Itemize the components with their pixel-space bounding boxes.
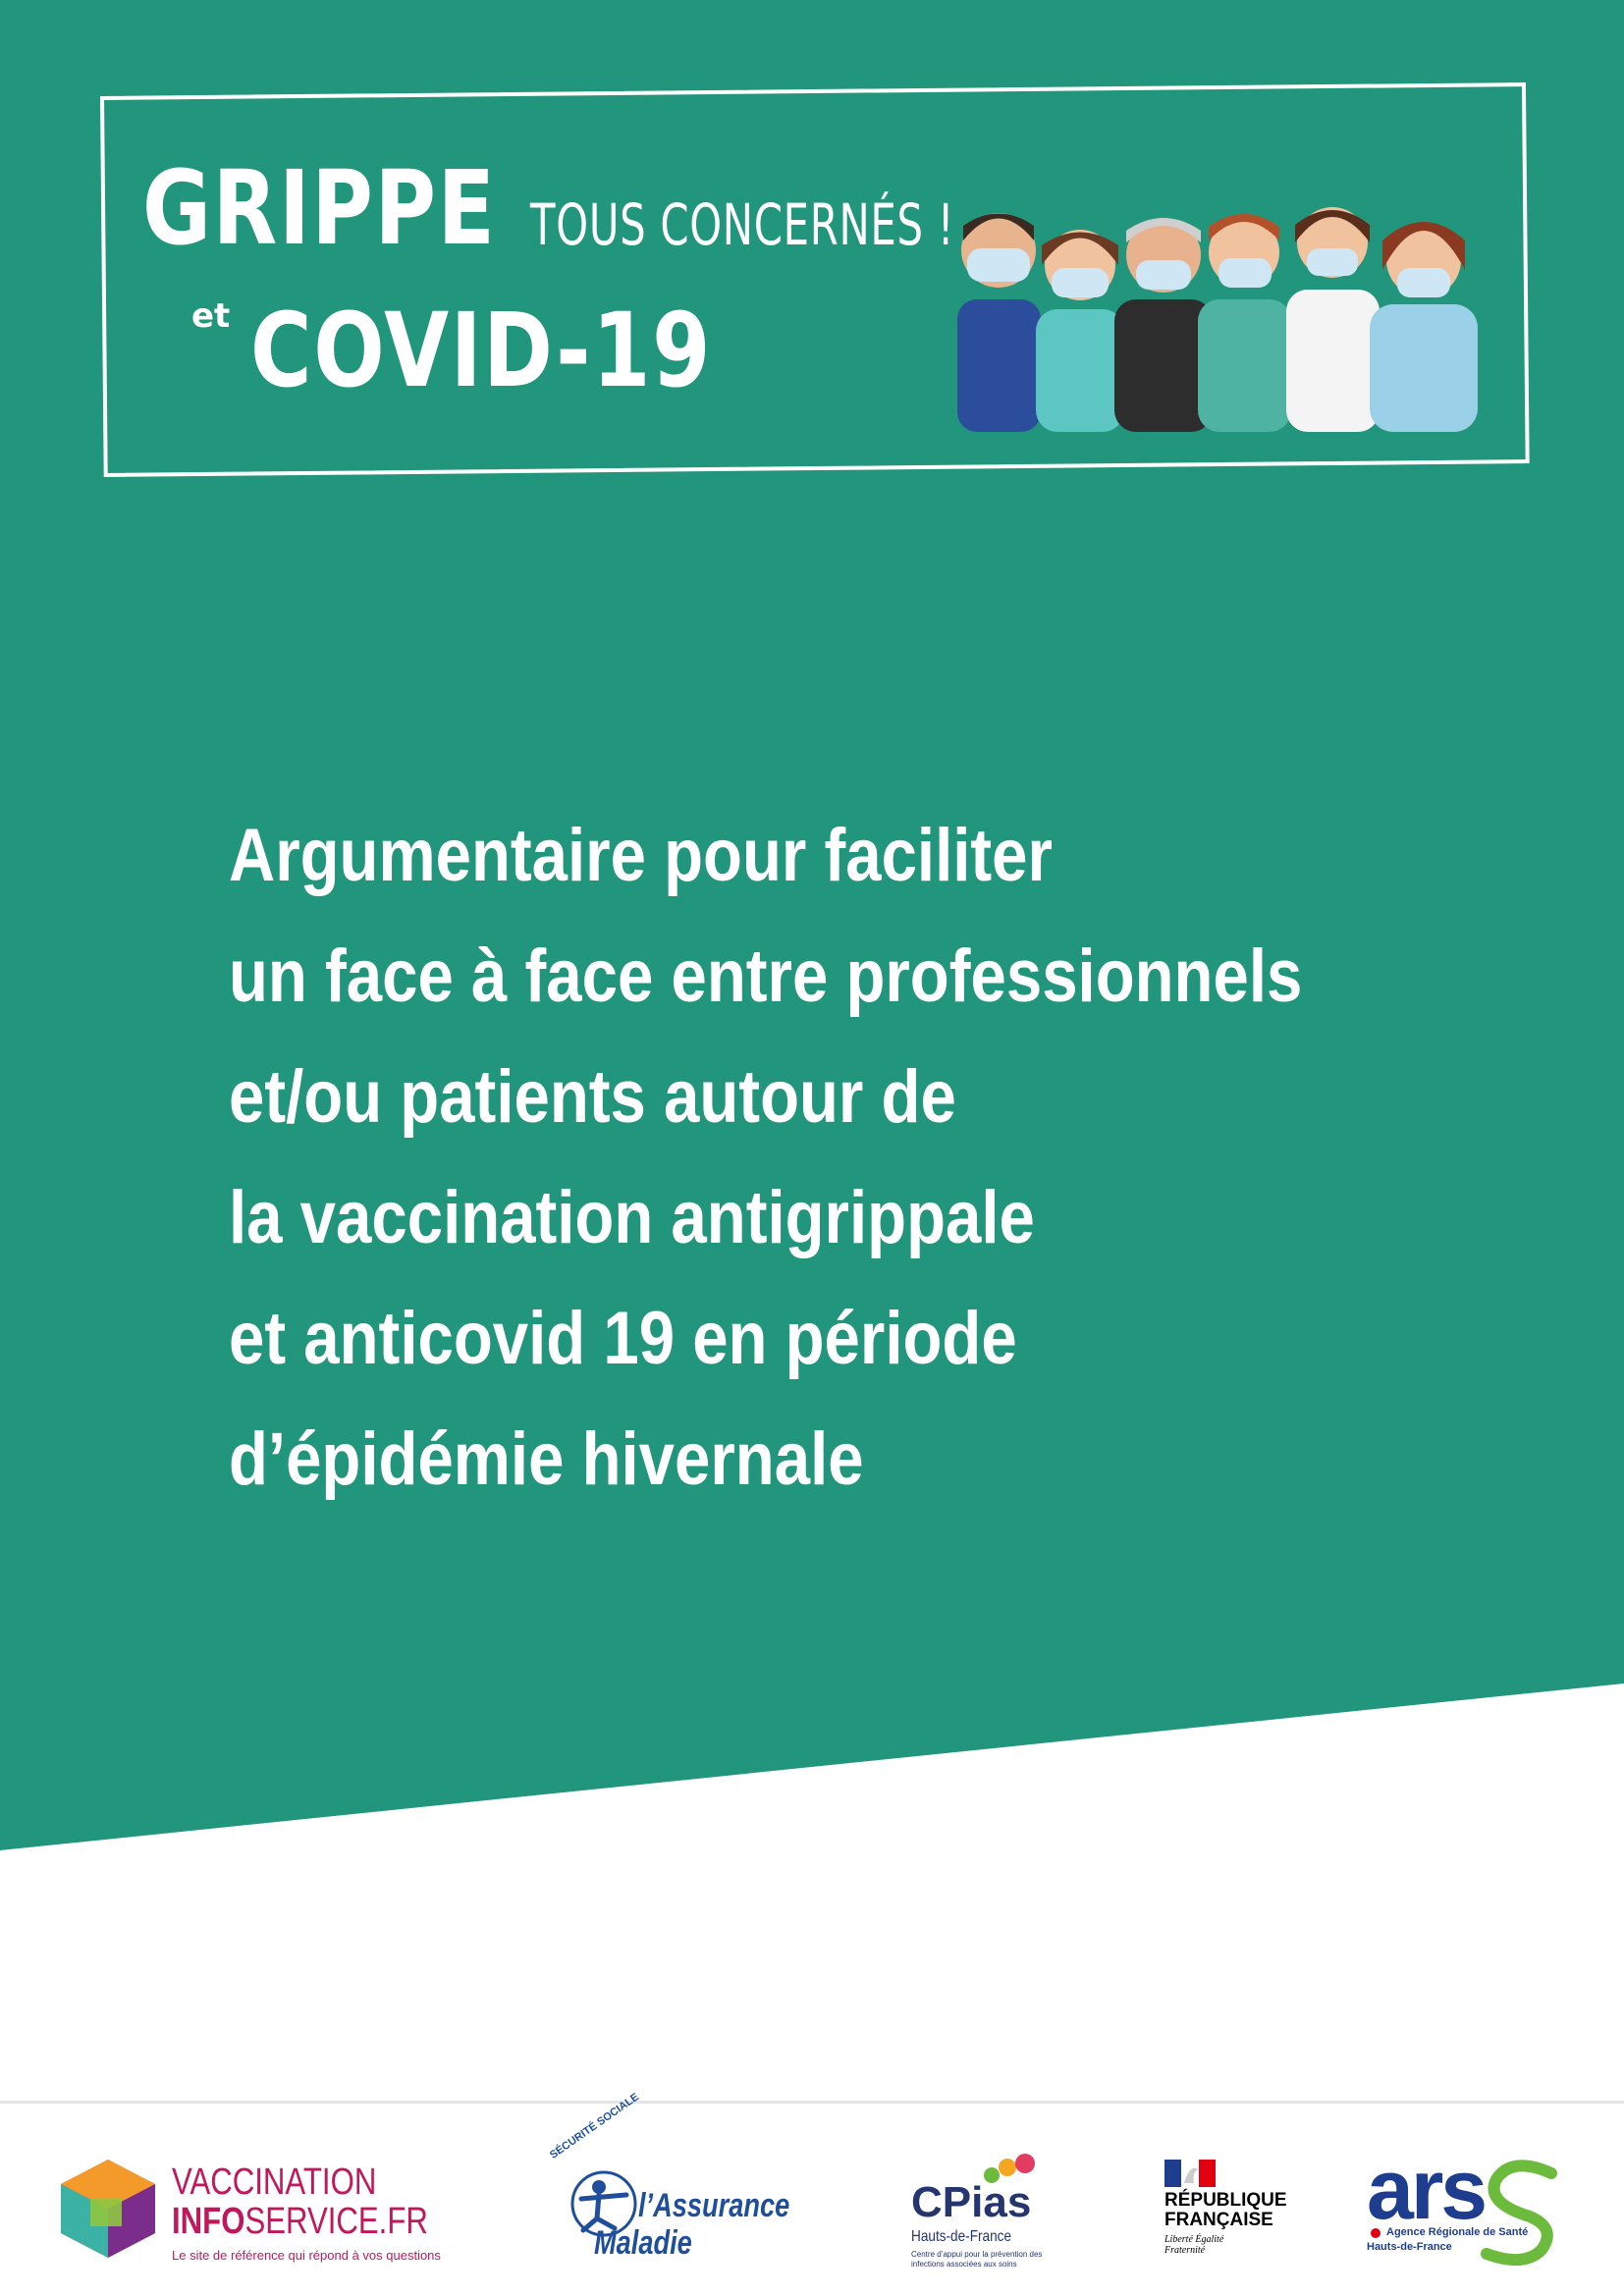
person-5-illustration — [1286, 207, 1380, 432]
republique-francaise-motto: Liberté Égalité Fraternité — [1164, 2234, 1224, 2256]
healthcare-workers-illustration — [957, 207, 1478, 432]
description-line: et/ou patients autour de — [229, 1055, 956, 1139]
am-name-line1: l’Assurance — [638, 2187, 790, 2224]
description-line: d’épidémie hivernale — [229, 1417, 864, 1501]
vis-name-line1: VACCINATION — [172, 2162, 377, 2203]
description-line: la vaccination antigrippale — [229, 1176, 1035, 1259]
marianne-flag-icon — [1164, 2160, 1216, 2187]
republique-francaise-name: RÉPUBLIQUE FRANÇAISE — [1164, 2190, 1287, 2230]
description-line: Argumentaire pour faciliter — [229, 814, 1053, 897]
person-4-illustration — [1198, 214, 1291, 432]
cpias-name: CPias — [911, 2178, 1032, 2226]
cpias-description: Centre d’appui pour la prévention des in… — [911, 2250, 1043, 2269]
person-6-illustration — [1370, 222, 1478, 432]
tagline-tous-concernes: TOUS CONCERNÉS ! — [530, 191, 955, 258]
vis-tagline: Le site de référence qui répond à vos qu… — [172, 2248, 441, 2263]
footer-divider — [0, 2101, 1624, 2104]
vaccination-info-service-logo-icon — [61, 2160, 155, 2258]
title-conjunction: et — [191, 296, 231, 336]
ars-swoosh-icon — [1481, 2160, 1557, 2266]
ars-dot-icon — [1371, 2228, 1380, 2238]
description-line: un face à face entre professionnels — [229, 934, 1303, 1018]
ars-description: Agence Régionale de Santé — [1386, 2226, 1529, 2238]
main-description: Argumentaire pour faciliter un face à fa… — [229, 795, 1505, 1520]
ars-name: ars — [1367, 2143, 1488, 2237]
person-1-illustration — [957, 213, 1041, 432]
title-covid: COVID-19 — [250, 291, 713, 410]
title-grippe: GRIPPE — [142, 148, 497, 268]
description-line: et anticovid 19 en période — [229, 1297, 1017, 1380]
ars-region: Hauts-de-France — [1367, 2241, 1452, 2253]
person-2-illustration — [1036, 230, 1124, 432]
cpias-region: Hauts-de-France — [911, 2228, 1012, 2245]
vis-name-line2: INFOSERVICE.FR — [172, 2201, 428, 2242]
am-name-line2: Maladie — [594, 2224, 692, 2262]
